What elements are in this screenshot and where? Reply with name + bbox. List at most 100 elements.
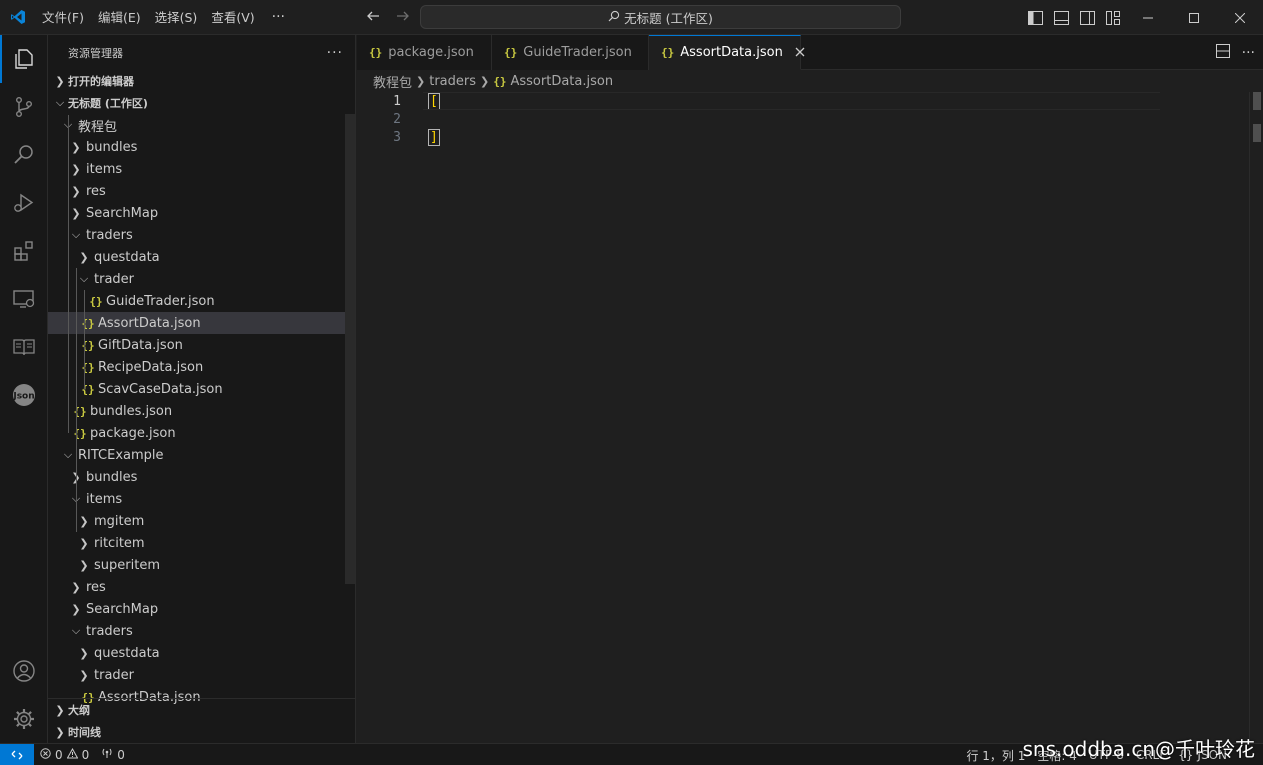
tree-folder-item[interactable]: ❯ mgitem (48, 510, 355, 532)
ports-indicator[interactable]: 0 (95, 747, 131, 762)
explorer-icon[interactable] (0, 35, 48, 83)
code-text: ] (401, 128, 440, 146)
tree-folder-item[interactable]: ❯ items (48, 158, 355, 180)
maximize-icon[interactable] (1171, 0, 1217, 35)
menu-more-button[interactable]: ··· (262, 9, 295, 25)
menu-edit[interactable]: 编辑(E) (91, 0, 148, 35)
breadcrumb-file[interactable]: AssortData.json (510, 74, 613, 89)
scroll-marker (1253, 92, 1261, 110)
menu-file[interactable]: 文件(F) (35, 0, 91, 35)
extensions-icon[interactable] (0, 227, 48, 275)
chevron-right-icon: ❯ (55, 703, 65, 717)
tree-item-label: questdata (94, 249, 160, 265)
tree-folder-item[interactable]: ❯ questdata (48, 642, 355, 664)
minimize-icon[interactable] (1125, 0, 1171, 35)
split-editor-icon[interactable] (1215, 43, 1230, 62)
tree-folder-item[interactable]: ⌵ traders (48, 224, 355, 246)
error-icon (40, 747, 51, 762)
customize-layout-icon[interactable] (1100, 5, 1126, 31)
window-controls (1125, 0, 1263, 35)
tree-file-item[interactable]: {} GiftData.json (48, 334, 355, 356)
settings-gear-icon[interactable] (0, 695, 48, 743)
warning-icon (66, 747, 78, 762)
tree-folder-item[interactable]: ❯ res (48, 576, 355, 598)
tree-folder-item[interactable]: ⌵教程包 (48, 114, 355, 136)
outline-section[interactable]: ❯ 大纲 (48, 699, 356, 721)
json-file-icon: {} (81, 360, 95, 374)
chevron-right-icon: ❯ (71, 140, 81, 154)
tree-file-item[interactable]: {} RecipeData.json (48, 356, 355, 378)
tree-file-item[interactable]: {} ScavCaseData.json (48, 378, 355, 400)
toggle-panel-icon[interactable] (1048, 5, 1074, 31)
tree-folder-item[interactable]: ❯ superitem (48, 554, 355, 576)
close-window-icon[interactable] (1217, 0, 1263, 35)
problems-indicator[interactable]: 0 0 (34, 747, 95, 762)
tree-folder-item[interactable]: ❯bundles (48, 136, 355, 158)
menu-bar: 文件(F) 编辑(E) 选择(S) 查看(V) ··· (35, 0, 295, 35)
tree-folder-item[interactable]: ❯ ritcitem (48, 532, 355, 554)
run-debug-icon[interactable] (0, 179, 48, 227)
toggle-primary-sidebar-icon[interactable] (1022, 5, 1048, 31)
editor-scrollbar[interactable] (1249, 92, 1263, 742)
toggle-secondary-sidebar-icon[interactable] (1074, 5, 1100, 31)
search-view-icon[interactable] (0, 131, 48, 179)
remote-indicator-icon[interactable] (0, 743, 34, 765)
json-extension-icon[interactable]: Json (0, 371, 48, 419)
breadcrumb-folder[interactable]: traders (429, 74, 476, 89)
explorer-title: 资源管理器 (68, 46, 123, 60)
book-icon[interactable] (0, 323, 48, 371)
json-file-icon: {} (369, 46, 383, 59)
json-file-icon: {} (661, 46, 675, 59)
menu-selection[interactable]: 选择(S) (148, 0, 205, 35)
tree-item-label: mgitem (94, 513, 145, 529)
line-number: 3 (393, 129, 401, 145)
tab-assortdata-json[interactable]: {} AssortData.json (649, 35, 805, 70)
tree-scrollbar[interactable] (345, 114, 355, 584)
tree-folder-item[interactable]: ⌵ RITCExample (48, 444, 355, 466)
tree-item-label: ScavCaseData.json (98, 381, 223, 397)
menu-view[interactable]: 查看(V) (204, 0, 261, 35)
tree-folder-item[interactable]: ❯bundles (48, 466, 355, 488)
search-label: 无标题 (工作区) (624, 10, 713, 26)
tab-package-json[interactable]: {} package.json (357, 35, 492, 70)
tree-folder-item[interactable]: ⌵ trader (48, 268, 355, 290)
tab-guidetrader-json[interactable]: {} GuideTrader.json (492, 35, 649, 70)
cursor-position[interactable]: 行 1，列 1 (960, 747, 1031, 764)
source-control-icon[interactable] (0, 83, 48, 131)
bottom-sections: ❯ 大纲 ❯ 时间线 (48, 698, 356, 743)
timeline-section[interactable]: ❯ 时间线 (48, 721, 356, 743)
explorer-more-button[interactable]: ··· (327, 45, 343, 61)
open-editors-section[interactable]: ❯ 打开的编辑器 (48, 70, 355, 92)
breadcrumb-root[interactable]: 教程包 (373, 72, 412, 91)
tree-item-label: RITCExample (78, 447, 164, 463)
tree-folder-item[interactable]: ❯ trader (48, 664, 355, 686)
chevron-right-icon: ❯ (79, 250, 89, 264)
tree-file-item[interactable]: {} package.json (48, 422, 355, 444)
tree-folder-item[interactable]: ⌵items (48, 488, 355, 510)
tree-file-item[interactable]: {} GuideTrader.json (48, 290, 355, 312)
tree-item-label: superitem (94, 557, 160, 573)
json-file-icon: {} (73, 426, 87, 440)
code-editor[interactable]: 1 [ 2 3 ] (357, 92, 1263, 742)
tree-file-item[interactable]: {} bundles.json (48, 400, 355, 422)
forward-arrow-icon[interactable] (392, 8, 414, 27)
remote-explorer-icon[interactable] (0, 275, 48, 323)
tree-folder-item[interactable]: ❯ SearchMap (48, 202, 355, 224)
chevron-down-icon: ⌵ (79, 272, 89, 285)
tab-label: package.json (388, 45, 474, 60)
scroll-marker (1253, 124, 1261, 142)
back-arrow-icon[interactable] (362, 8, 384, 27)
tree-folder-item[interactable]: ⌵ traders (48, 620, 355, 642)
code-line: 3 ] (357, 128, 1263, 146)
chevron-right-icon: ❯ (71, 162, 81, 176)
editor-more-icon[interactable]: ··· (1242, 45, 1255, 61)
account-icon[interactable] (0, 647, 48, 695)
tree-folder-item[interactable]: ❯ res (48, 180, 355, 202)
workspace-section[interactable]: ⌵ 无标题 (工作区) (48, 92, 355, 114)
explorer-sidebar: 资源管理器 ··· ❯ 打开的编辑器 ⌵ 无标题 (工作区) ⌵教程包❯bund… (48, 35, 356, 743)
tree-folder-item[interactable]: ❯ SearchMap (48, 598, 355, 620)
tree-file-item[interactable]: {} AssortData.json (48, 312, 355, 334)
command-center-search[interactable]: 无标题 (工作区) (420, 5, 901, 29)
tree-folder-item[interactable]: ❯ questdata (48, 246, 355, 268)
close-tab-icon[interactable] (795, 45, 805, 61)
